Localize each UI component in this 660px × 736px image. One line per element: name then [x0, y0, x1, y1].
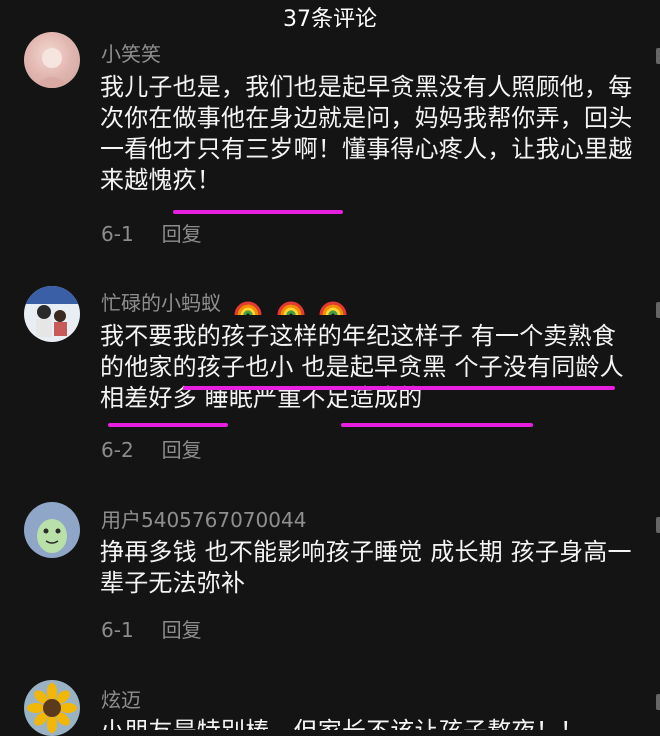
comment-text: 小朋友是特别棒，但家长不该让孩子熬夜！！ — [100, 716, 640, 730]
rainbow-emoji-icon — [234, 301, 262, 315]
sunflower-avatar-icon — [27, 683, 77, 733]
avatar[interactable] — [24, 680, 80, 736]
avatar-image-icon — [37, 519, 67, 553]
scroll-indicator — [656, 694, 660, 710]
comment-date: 6-1 — [101, 618, 134, 642]
comment-username[interactable]: 忙碌的小蚂蚁 — [101, 287, 348, 317]
comment-username-text: 忙碌的小蚂蚁 — [101, 291, 221, 315]
comment-text: 我不要我的孩子这样的年纪这样子 有一个卖熟食的他家的孩子也小 也是起早贪黑 个子… — [100, 322, 624, 412]
highlight-underline — [173, 210, 343, 214]
avatar[interactable] — [24, 502, 80, 558]
avatar[interactable] — [24, 286, 80, 342]
comment-text: 我儿子也是，我们也是起早贪黑没有人照顾他，每次你在做事他在身边就是问，妈妈我帮你… — [100, 73, 633, 194]
rainbow-emoji-icon — [319, 301, 347, 315]
reply-button[interactable]: 回复 — [162, 222, 202, 246]
highlight-underline — [341, 423, 533, 427]
comment-username[interactable]: 小笑笑 — [101, 38, 161, 67]
comment-meta: 6-1 回复 — [101, 614, 202, 643]
comment-date: 6-1 — [101, 222, 134, 246]
reply-button[interactable]: 回复 — [162, 618, 202, 642]
highlight-underline — [183, 386, 615, 390]
comment-meta: 6-1 回复 — [101, 218, 202, 247]
comment-meta: 6-2 回复 — [101, 434, 202, 463]
avatar[interactable] — [24, 32, 80, 88]
scroll-indicator — [656, 517, 660, 533]
comment-text: 挣再多钱 也不能影响孩子睡觉 成长期 孩子身高一辈子无法弥补 — [100, 538, 632, 597]
reply-button[interactable]: 回复 — [162, 438, 202, 462]
rainbow-emoji-icon — [277, 301, 305, 315]
avatar-image-icon — [34, 48, 70, 88]
highlight-underline — [108, 423, 228, 427]
comment-username[interactable]: 炫迈 — [101, 684, 141, 713]
comments-header-title: 37条评论 — [283, 7, 377, 32]
comment-date: 6-2 — [101, 438, 134, 462]
scroll-indicator — [656, 48, 660, 64]
scroll-indicator — [656, 302, 660, 318]
comment-username[interactable]: 用户5405767070044 — [101, 504, 306, 533]
avatar-image-icon — [24, 286, 80, 337]
